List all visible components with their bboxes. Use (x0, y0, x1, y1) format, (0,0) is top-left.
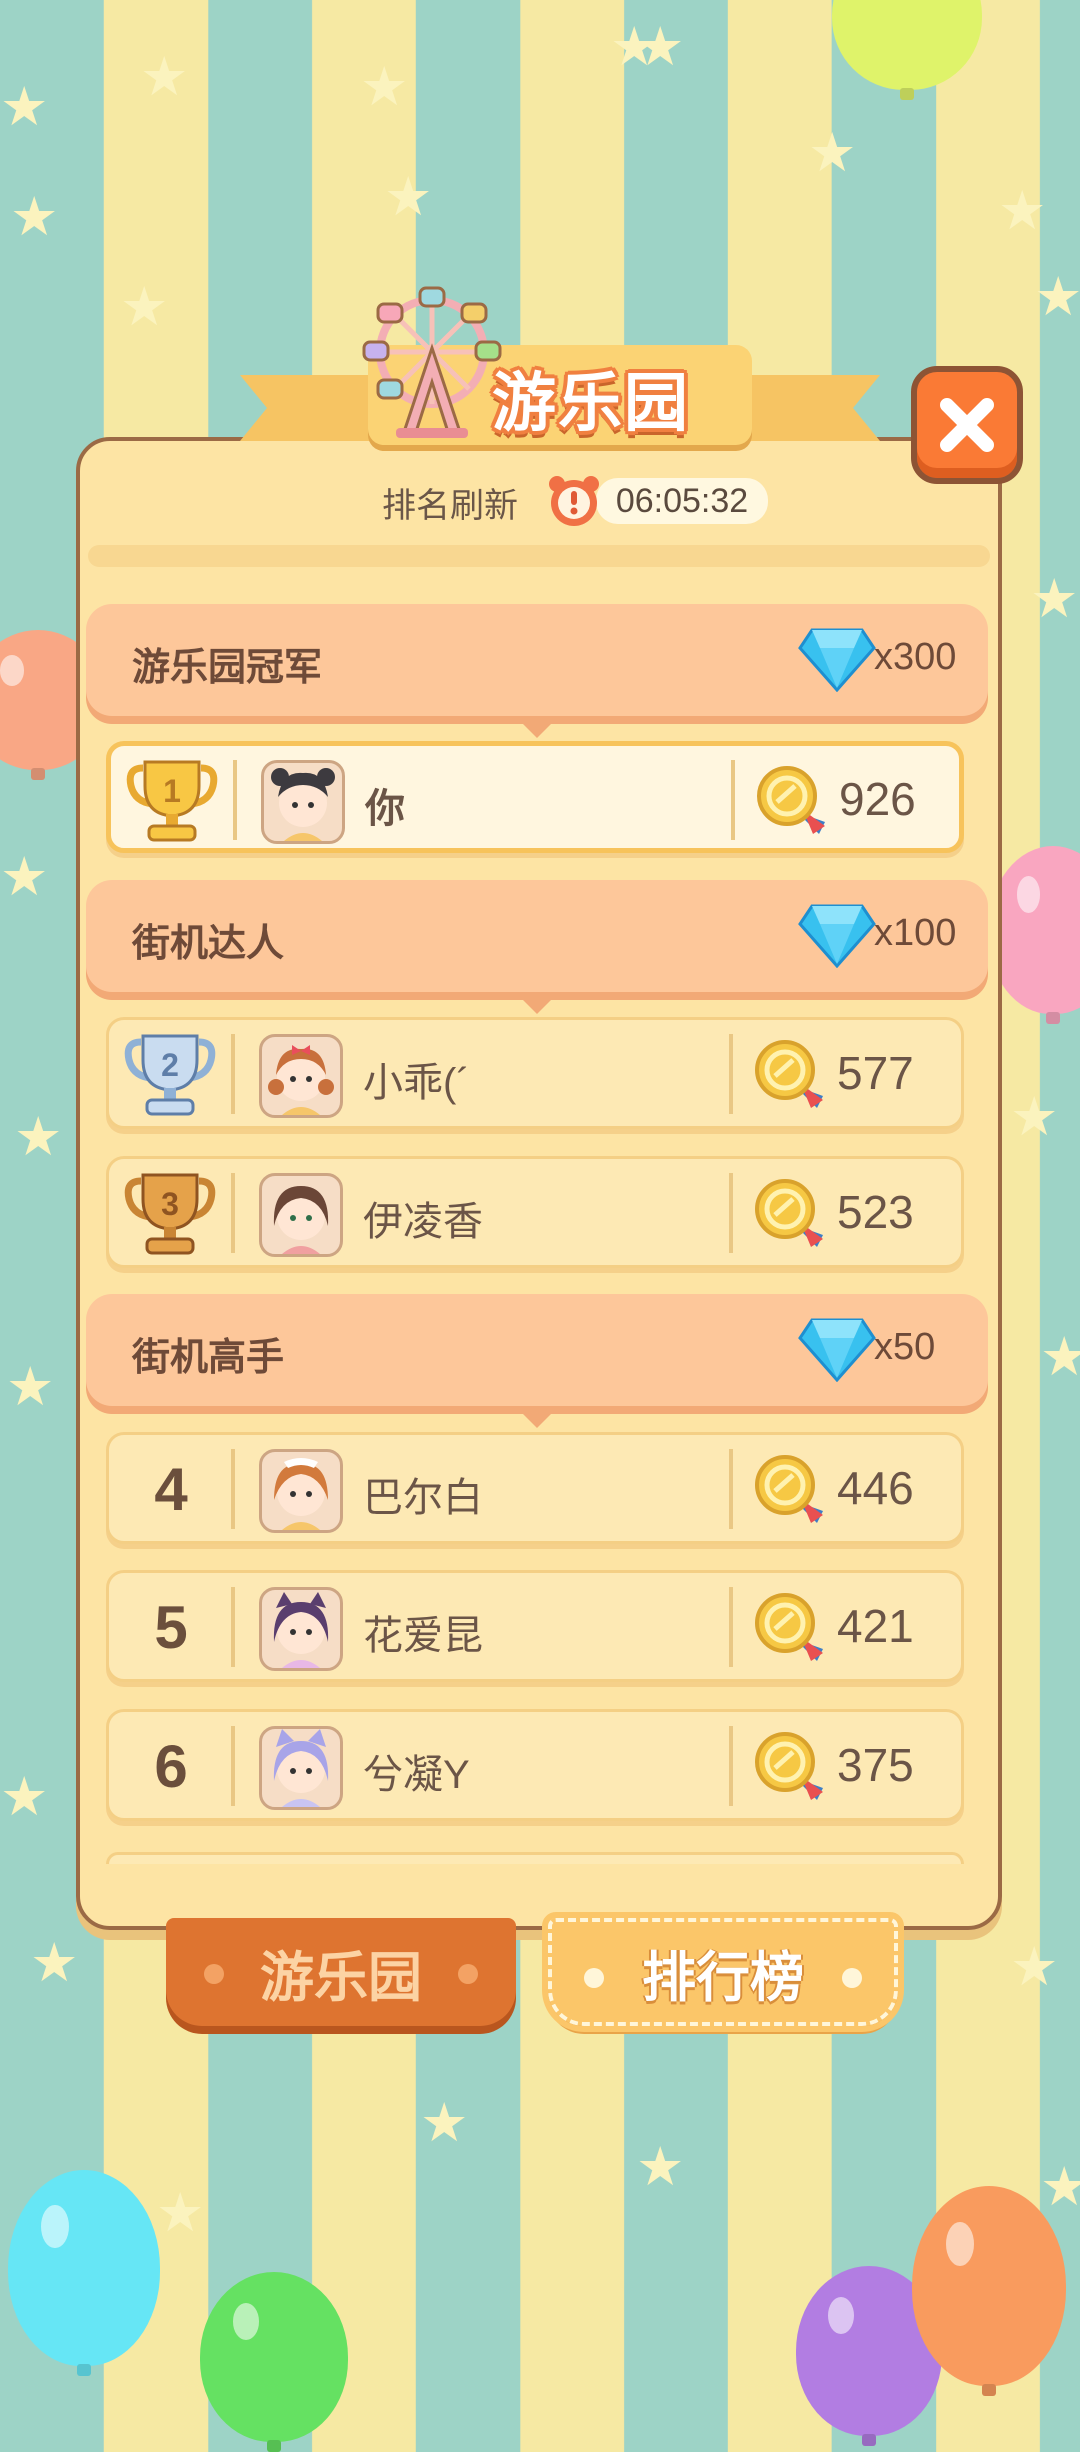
avatar (259, 1449, 343, 1533)
leaderboard-row[interactable]: 4 巴尔白 446 (106, 1432, 964, 1544)
app-title: 游乐园 (492, 367, 690, 439)
star-decoration: ★ (1040, 1325, 1080, 1388)
star-decoration: ★ (6, 1355, 55, 1418)
panel-divider (88, 545, 990, 567)
avatar (259, 1587, 343, 1671)
avatar (259, 1726, 343, 1810)
player-score: 421 (837, 1600, 914, 1652)
star-decoration: ★ (0, 845, 49, 908)
leaderboard-row[interactable]: 5 花爱昆 421 (106, 1570, 964, 1682)
star-decoration: ★ (10, 185, 59, 248)
rank-number: 5 (154, 1594, 188, 1661)
diamond-icon (798, 904, 876, 968)
player-name: 你 (365, 787, 405, 831)
tab-label: 排行榜 (642, 1947, 804, 2008)
tier-reward: x100 (874, 912, 957, 954)
tier-header-champion: 游乐园冠军 x300 (86, 604, 988, 738)
ferris-wheel-icon (362, 286, 502, 438)
leaderboard-row[interactable]: 2 小乖(´ 577 (106, 1017, 964, 1129)
star-decoration: ★ (120, 275, 169, 338)
alarm-clock-icon (549, 476, 599, 526)
player-score: 577 (837, 1047, 914, 1099)
tier-title: 街机高手 (132, 1337, 285, 1379)
coin-medal-icon (755, 1455, 823, 1523)
leaderboard-row[interactable]: 6 兮凝Y 375 (106, 1709, 964, 1821)
refresh-timer: 06:05:32 (596, 478, 768, 524)
star-decoration: ★ (1010, 1935, 1059, 1998)
balloon-decoration (8, 2170, 160, 2366)
player-name: 小乖(´ (363, 1061, 470, 1105)
rank-number: 4 (154, 1456, 188, 1523)
star-decoration: ★ (156, 2181, 205, 2244)
star-decoration: ★ (1040, 2155, 1080, 2218)
leaderboard-row[interactable]: 3 伊凌香 523 (106, 1156, 964, 1268)
tier-reward: x50 (874, 1326, 936, 1368)
balloon-decoration (912, 2186, 1066, 2386)
star-decoration: ★ (384, 165, 433, 228)
tier-header-arcade-master: 街机达人 x100 (86, 880, 988, 1014)
star-decoration: ★ (360, 55, 409, 118)
player-name: 伊凌香 (363, 1200, 483, 1244)
balloon-decoration (200, 2272, 348, 2442)
tier-header-arcade-expert: 街机高手 x50 (86, 1294, 988, 1428)
coin-medal-icon (755, 1040, 823, 1108)
star-decoration: ★ (636, 2135, 685, 2198)
avatar (261, 760, 345, 844)
coin-medal-icon (755, 1179, 823, 1247)
rank-number: 6 (154, 1733, 188, 1800)
refresh-label: 排名刷新 (382, 487, 518, 525)
star-decoration: ★ (0, 1765, 49, 1828)
leaderboard-row[interactable]: 1 你 926 (106, 741, 964, 853)
silver-trophy-icon: 2 (124, 1034, 216, 1116)
avatar (259, 1173, 343, 1257)
avatar (259, 1034, 343, 1118)
svg-text:2: 2 (161, 1047, 179, 1083)
star-decoration: ★ (1010, 1085, 1059, 1148)
star-decoration: ★ (30, 1931, 79, 1994)
bronze-trophy-icon: 3 (124, 1173, 216, 1255)
star-decoration: ★ (140, 45, 189, 108)
star-decoration: ★ (1034, 265, 1080, 328)
player-score: 523 (837, 1186, 914, 1238)
svg-text:3: 3 (161, 1186, 179, 1222)
star-decoration: ★ (636, 15, 685, 78)
tab-amusement-park[interactable]: 游乐园 (166, 1918, 516, 2026)
svg-text:1: 1 (163, 773, 181, 809)
gold-trophy-icon: 1 (126, 760, 218, 842)
leaderboard-row-partial (106, 1852, 964, 1864)
player-score: 375 (837, 1739, 914, 1791)
player-name: 兮凝Y (363, 1753, 470, 1797)
coin-medal-icon (755, 1732, 823, 1800)
star-decoration: ★ (1030, 567, 1079, 630)
coin-medal-icon (757, 766, 825, 834)
tier-title: 游乐园冠军 (132, 647, 323, 689)
star-decoration: ★ (420, 2091, 469, 2154)
tab-label: 游乐园 (260, 1947, 422, 2008)
close-button[interactable] (911, 366, 1023, 484)
player-score: 446 (837, 1462, 914, 1514)
coin-medal-icon (755, 1593, 823, 1661)
tier-reward: x300 (874, 636, 957, 678)
player-name: 花爱昆 (363, 1614, 483, 1658)
player-score: 926 (839, 773, 916, 825)
tier-title: 街机达人 (132, 923, 285, 965)
star-decoration: ★ (0, 75, 49, 138)
close-icon (940, 398, 994, 452)
tab-leaderboard[interactable]: 排行榜 (542, 1912, 904, 2032)
diamond-icon (798, 628, 876, 692)
diamond-icon (798, 1318, 876, 1382)
balloon-decoration (832, 0, 982, 90)
player-name: 巴尔白 (363, 1476, 483, 1520)
star-decoration: ★ (998, 179, 1047, 242)
star-decoration: ★ (808, 121, 857, 184)
star-decoration: ★ (14, 1105, 63, 1168)
